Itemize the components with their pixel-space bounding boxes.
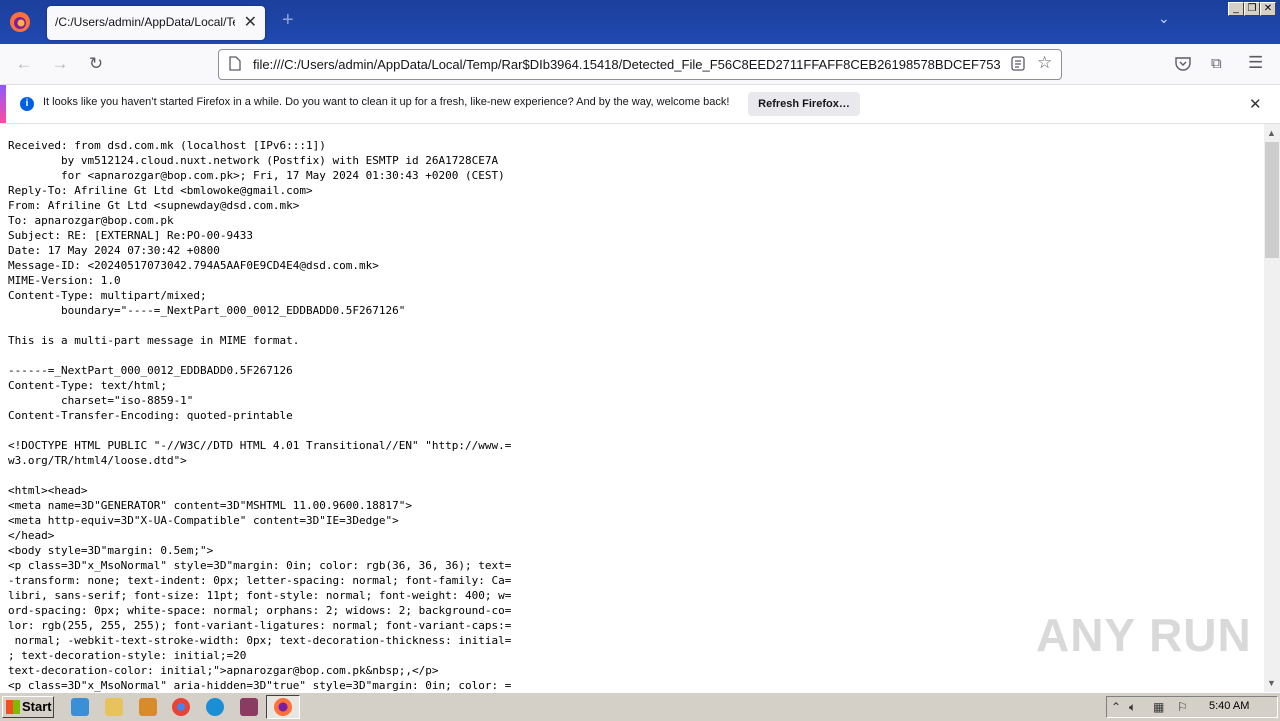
url-bar[interactable]: file:///C:/Users/admin/AppData/Local/Tem… [218,49,1062,80]
show-hidden-icons-icon[interactable]: ⌃ [1111,700,1121,714]
restore-icon[interactable]: ❐ [1244,2,1260,16]
vertical-scrollbar[interactable]: ▲ ▼ [1264,124,1280,692]
minimize-icon[interactable]: _ [1228,2,1244,16]
bookmark-star-icon[interactable]: ☆ [1037,53,1052,73]
internet-explorer-icon[interactable] [71,698,89,716]
tab-close-icon[interactable]: ✕ [244,12,257,32]
close-icon[interactable]: ✕ [1249,95,1262,113]
extensions-icon[interactable]: ⧉ [1211,55,1222,72]
tab-active[interactable]: /C:/Users/admin/AppData/Local/Temp/Rar$D… [47,6,265,40]
url-text: file:///C:/Users/admin/AppData/Local/Tem… [253,57,1001,72]
taskbar-firefox-active[interactable] [266,695,300,719]
firefox-logo-icon[interactable] [8,10,32,34]
new-tab-icon[interactable]: + [282,9,294,32]
close-window-icon[interactable]: ✕ [1260,2,1276,16]
nav-bar: ← → ↻ file:///C:/Users/admin/AppData/Loc… [0,44,1280,85]
winrar-icon[interactable] [240,698,258,716]
windows-flag-icon [6,700,20,714]
forward-arrow-icon[interactable]: → [50,54,70,74]
chrome-icon[interactable] [172,698,190,716]
file-icon [229,56,241,76]
volume-icon[interactable]: 🔈︎ [1129,700,1136,715]
scroll-up-icon[interactable]: ▲ [1267,128,1276,138]
scrollbar-thumb[interactable] [1265,142,1279,258]
action-center-flag-icon[interactable]: ⚐ [1177,700,1188,714]
scroll-down-icon[interactable]: ▼ [1267,678,1276,688]
start-button[interactable]: Start [2,696,54,718]
notification-text: It looks like you haven’t started Firefo… [43,96,730,108]
document-view: Received: from dsd.com.mk (localhost [IP… [0,124,1264,692]
notification-accent [0,85,6,123]
taskbar: Start ⌃ 🔈︎ ▦ ⚐ 5:40 AM [0,692,1280,721]
system-tray: ⌃ 🔈︎ ▦ ⚐ 5:40 AM [1106,696,1278,718]
edge-icon[interactable] [206,698,224,716]
reader-view-icon[interactable] [1011,56,1025,76]
menu-icon[interactable]: ☰ [1248,53,1263,73]
start-label: Start [22,699,52,714]
clock[interactable]: 5:40 AM [1209,700,1249,712]
firefox-taskbar-icon [274,698,292,716]
file-explorer-icon[interactable] [105,698,123,716]
anyrun-watermark: ANY RUN [1036,609,1252,661]
tab-bar: /C:/Users/admin/AppData/Local/Temp/Rar$D… [0,0,1280,44]
pocket-icon[interactable] [1175,56,1191,76]
refresh-firefox-button[interactable]: Refresh Firefox… [748,92,860,116]
reload-icon[interactable]: ↻ [86,54,106,74]
info-icon: i [20,97,34,111]
notification-bar: i It looks like you haven’t started Fire… [0,85,1280,124]
network-icon[interactable]: ▦ [1153,700,1164,714]
media-player-icon[interactable] [139,698,157,716]
back-arrow-icon[interactable]: ← [14,54,34,74]
email-source-text: Received: from dsd.com.mk (localhost [IP… [8,139,512,692]
chevron-down-icon[interactable]: ⌄ [1158,10,1170,27]
tab-title: /C:/Users/admin/AppData/Local/Temp/Rar$D… [55,15,235,29]
